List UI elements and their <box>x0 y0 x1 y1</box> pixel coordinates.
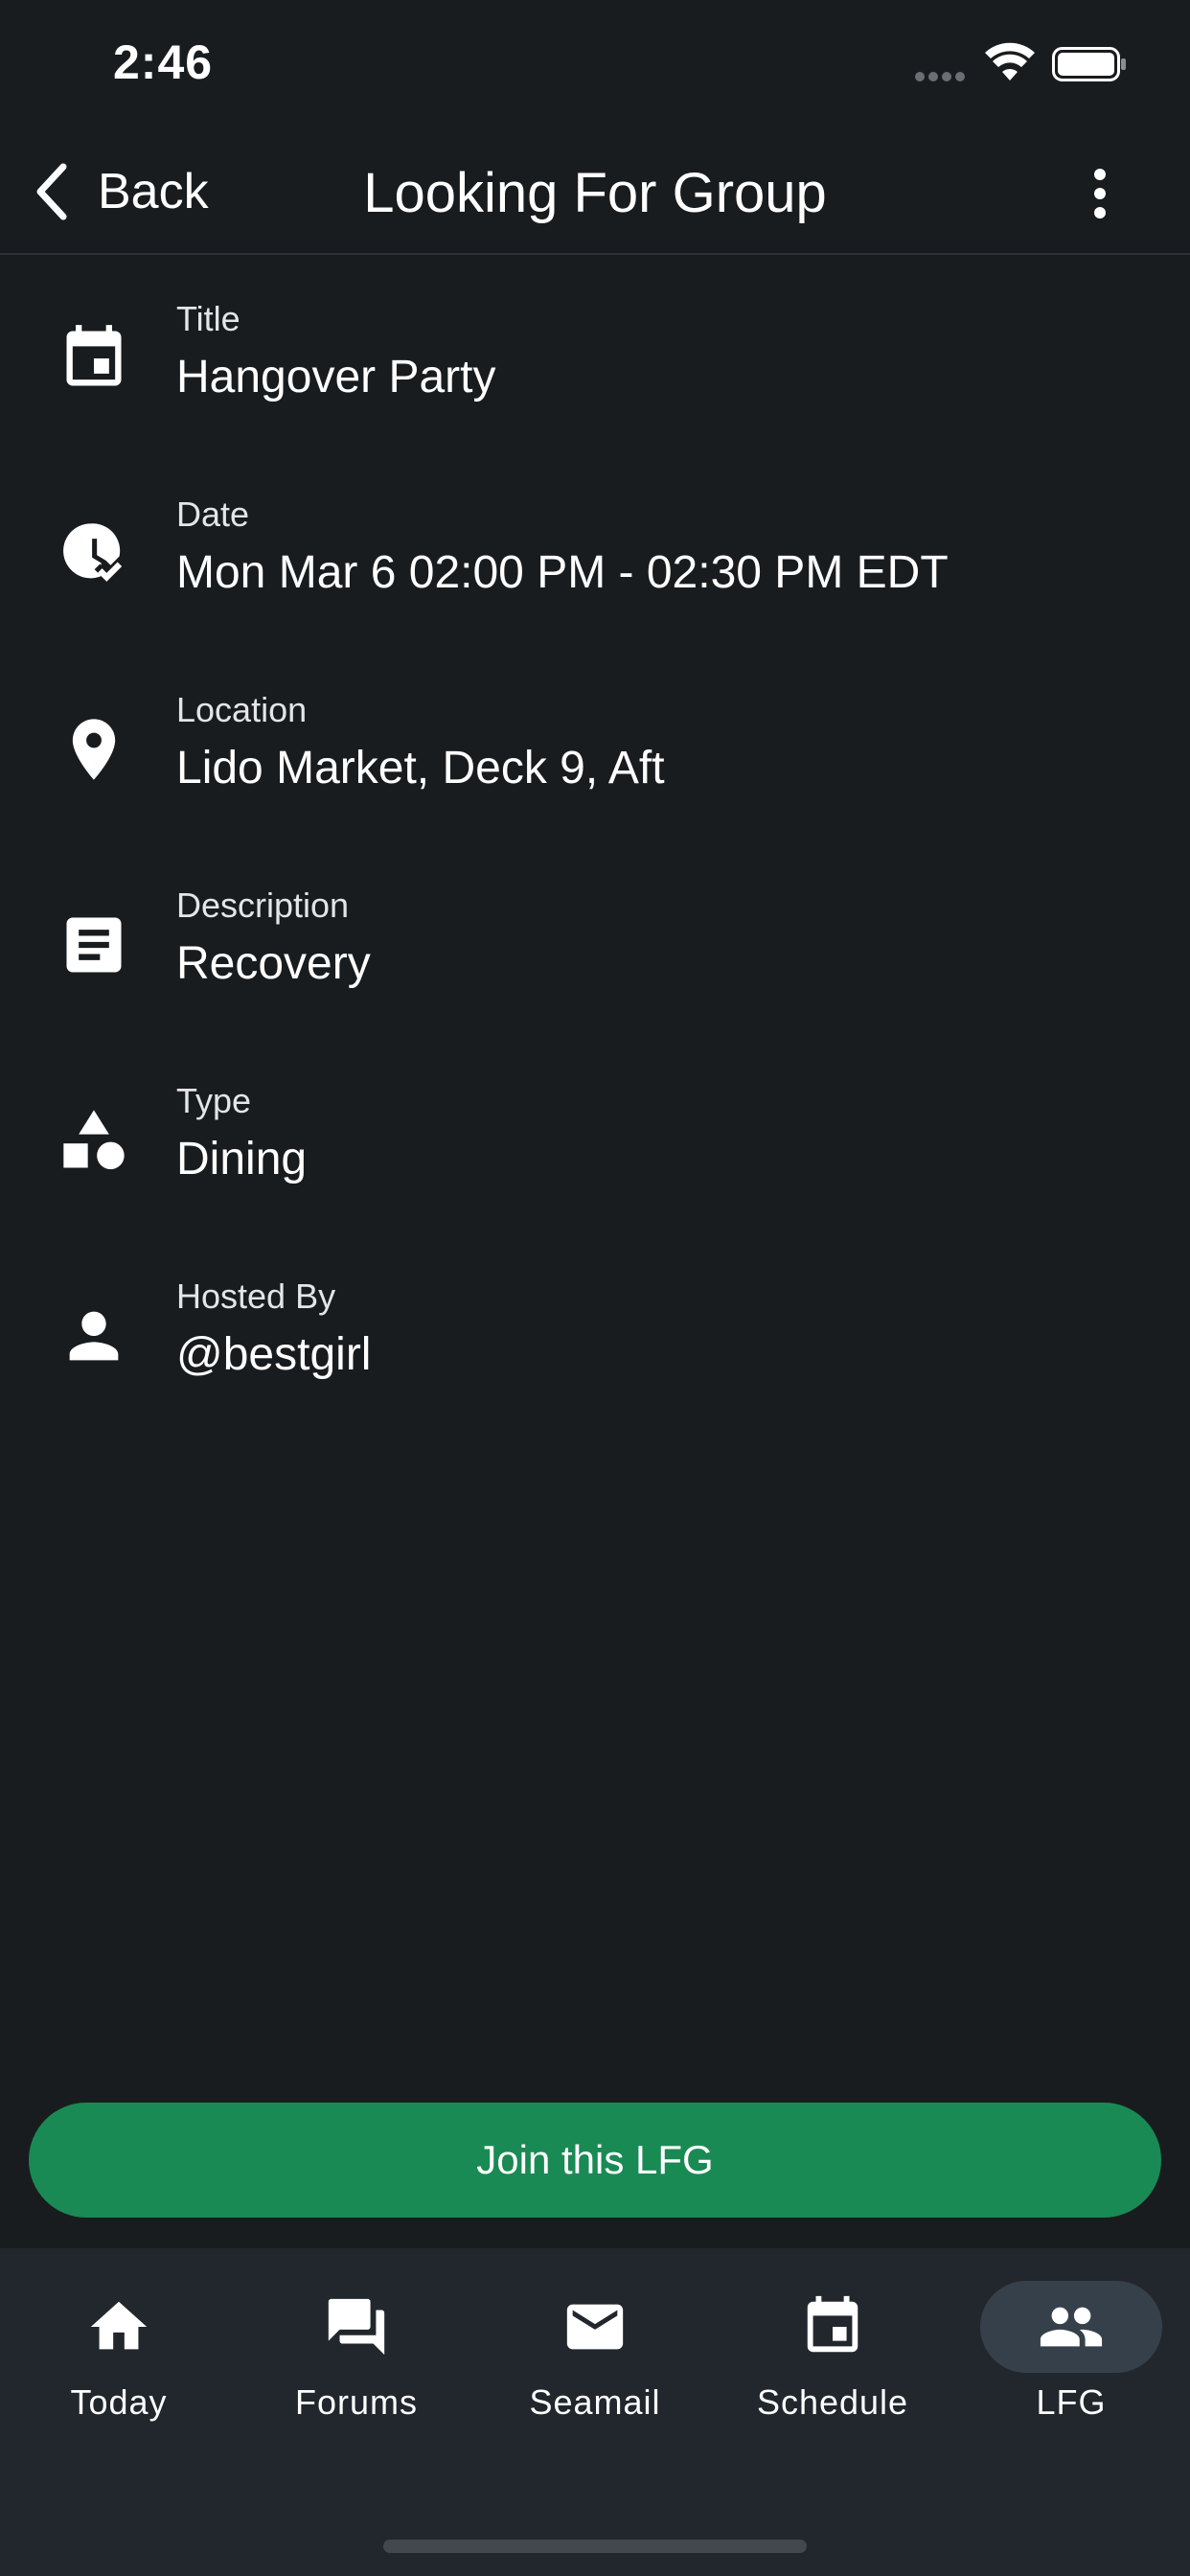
detail-location: Location Lido Market, Deck 9, Aft <box>0 646 1190 841</box>
battery-icon <box>1052 47 1126 81</box>
detail-value: Recovery <box>176 938 371 989</box>
tab-seamail[interactable]: Seamail <box>499 2281 691 2444</box>
detail-label: Title <box>176 299 240 338</box>
map-pin-icon <box>72 719 116 780</box>
detail-value: Lido Market, Deck 9, Aft <box>176 743 665 794</box>
detail-label: Type <box>176 1081 252 1120</box>
detail-label: Hosted By <box>176 1276 336 1316</box>
tab-bar: Today Forums Seamail Schedule LFG <box>0 2248 1190 2576</box>
tab-schedule[interactable]: Schedule <box>737 2281 928 2444</box>
tab-label: Seamail <box>529 2382 661 2422</box>
clock-check-icon <box>63 523 123 582</box>
more-options-button[interactable] <box>1073 163 1127 224</box>
detail-label: Date <box>176 494 250 534</box>
join-lfg-button[interactable]: Join this LFG <box>29 2103 1161 2218</box>
mail-icon <box>566 2304 624 2350</box>
wifi-icon <box>985 42 1035 80</box>
calendar-icon <box>807 2295 858 2353</box>
detail-value: Dining <box>176 1134 308 1184</box>
shapes-icon <box>63 1110 125 1170</box>
detail-description: Description Recovery <box>0 841 1190 1037</box>
navigation-bar: Back Looking For Group <box>0 134 1190 255</box>
detail-value: Hangover Party <box>176 352 496 402</box>
calendar-event-icon <box>66 325 122 386</box>
detail-label: Location <box>176 690 308 729</box>
detail-date: Date Mon Mar 6 02:00 PM - 02:30 PM EDT <box>0 450 1190 646</box>
detail-type: Type Dining <box>0 1037 1190 1232</box>
host-username[interactable]: @bestgirl <box>176 1328 371 1381</box>
status-time: 2:46 <box>113 35 214 89</box>
cellular-signal-icon <box>915 69 969 86</box>
tab-label: Schedule <box>756 2382 909 2422</box>
tab-label: Today <box>70 2382 168 2422</box>
home-icon <box>90 2301 148 2350</box>
tab-label: LFG <box>1036 2382 1107 2422</box>
tab-lfg[interactable]: LFG <box>975 2281 1167 2444</box>
tab-label: Forums <box>294 2382 418 2422</box>
status-bar: 2:46 <box>0 0 1190 134</box>
more-vertical-icon <box>1094 169 1106 218</box>
home-indicator <box>383 2540 807 2553</box>
page-title: Looking For Group <box>363 162 827 224</box>
active-tab-indicator <box>980 2281 1162 2373</box>
forum-icon <box>328 2298 385 2356</box>
group-icon <box>1040 2307 1103 2347</box>
detail-label: Description <box>176 886 350 925</box>
person-icon <box>69 1311 119 1361</box>
tab-today[interactable]: Today <box>23 2281 215 2444</box>
detail-host: Hosted By @bestgirl <box>0 1232 1190 1428</box>
detail-value: Mon Mar 6 02:00 PM - 02:30 PM EDT <box>176 547 949 598</box>
detail-title: Title Hangover Party <box>0 255 1190 450</box>
lfg-details: Title Hangover Party Date Mon Mar 6 02:0… <box>0 255 1190 1428</box>
tab-forums[interactable]: Forums <box>261 2281 452 2444</box>
description-icon <box>66 917 122 973</box>
